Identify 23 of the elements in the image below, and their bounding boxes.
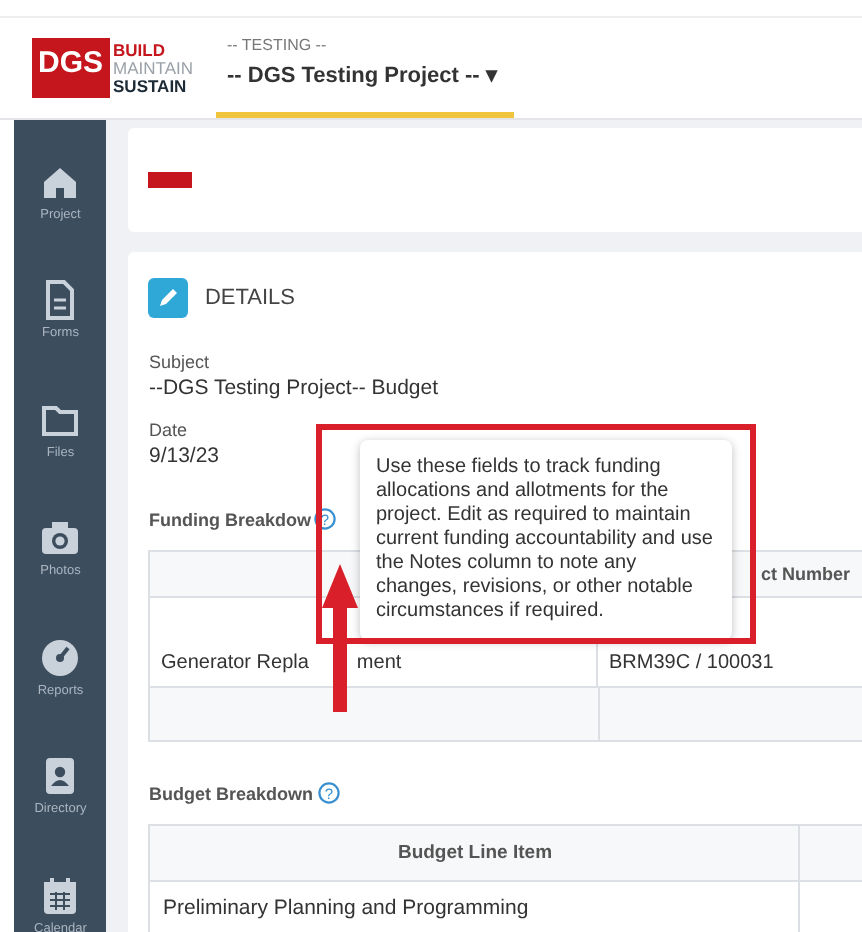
pencil-icon [148,278,189,318]
small-logo [148,172,193,188]
column-header: ct Number [760,564,850,584]
section-title: DETAILS [204,286,296,310]
logo-text: BUILD [113,41,167,59]
table-cell-text: Preliminary Planning and Programming [162,896,529,920]
field-label: Subject [148,352,212,372]
gauge-icon [40,637,81,678]
logo-mark: DGS [32,38,110,98]
table-cell-text: Generator Repla [160,652,309,678]
table-cell-text: ment [356,652,402,678]
section-heading: Funding Breakdow [148,509,311,529]
logo-text: MAINTAIN [113,59,193,77]
column-header: Budget Line Item [397,842,553,864]
camera-icon [40,518,81,559]
logo-text: SUSTAIN [113,77,189,95]
calendar-icon [40,875,81,916]
field-label: Date [148,420,189,440]
field-value: 9/13/23 [148,444,220,468]
field-value: --DGS Testing Project-- Budget [148,376,439,400]
home-icon [40,162,81,202]
table-cell-text: BRM39C / 100031 [608,652,774,674]
section-heading: Budget Breakdown [148,783,313,803]
